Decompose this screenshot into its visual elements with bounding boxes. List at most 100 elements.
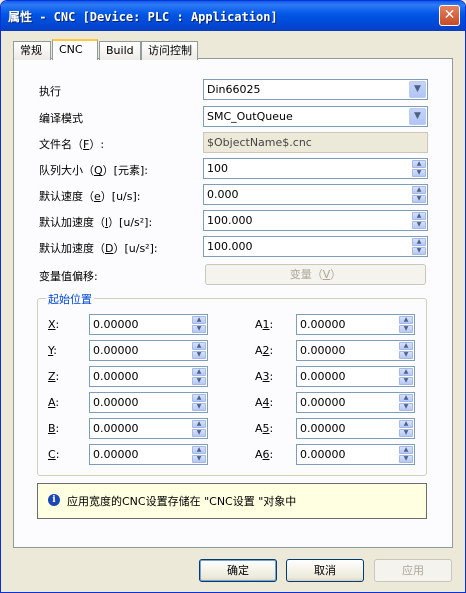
coord-label-right: A5:	[255, 422, 274, 435]
coord-label-left: C:	[48, 448, 60, 461]
spin-buttons[interactable]: ▲ ▼	[192, 316, 206, 333]
coord-left-value: 0.00000	[93, 448, 139, 461]
default-speed-stepper[interactable]: 0.000 ▲ ▼	[203, 184, 428, 205]
coord-right-stepper[interactable]: 0.00000 ▲ ▼	[296, 418, 415, 439]
spin-down-icon[interactable]: ▼	[192, 429, 206, 437]
coord-left-stepper[interactable]: 0.00000 ▲ ▼	[89, 444, 208, 465]
spin-up-icon[interactable]: ▲	[412, 160, 426, 168]
spin-down-icon[interactable]: ▼	[412, 247, 426, 255]
coord-label-left: B:	[48, 422, 60, 435]
compile-mode-combo[interactable]: SMC_OutQueue ▼	[203, 106, 428, 127]
spin-up-icon[interactable]: ▲	[399, 368, 413, 376]
coord-right-stepper[interactable]: 0.00000 ▲ ▼	[296, 392, 415, 413]
spin-up-icon[interactable]: ▲	[192, 368, 206, 376]
spin-up-icon[interactable]: ▲	[412, 212, 426, 220]
spin-up-icon[interactable]: ▲	[192, 342, 206, 350]
coord-right-stepper[interactable]: 0.00000 ▲ ▼	[296, 444, 415, 465]
tab-access-control[interactable]: 访问控制	[141, 41, 198, 60]
spin-down-icon[interactable]: ▼	[412, 195, 426, 203]
apply-button[interactable]: 应用	[374, 559, 452, 582]
spin-buttons[interactable]: ▲ ▼	[192, 446, 206, 463]
spin-up-icon[interactable]: ▲	[399, 394, 413, 402]
title-bar[interactable]: 属性 - CNC [Device: PLC : Application] ✕	[1, 1, 465, 31]
coord-right-stepper[interactable]: 0.00000 ▲ ▼	[296, 314, 415, 335]
coord-label-right: A3:	[255, 370, 274, 383]
spin-buttons[interactable]: ▲ ▼	[399, 446, 413, 463]
execute-combo[interactable]: Din66025 ▼	[203, 79, 428, 100]
spin-down-icon[interactable]: ▼	[399, 403, 413, 411]
spin-down-icon[interactable]: ▼	[192, 351, 206, 359]
tab-build[interactable]: Build	[99, 41, 141, 60]
spin-down-icon[interactable]: ▼	[192, 377, 206, 385]
default-accel-value: 100.000	[207, 214, 253, 227]
spin-down-icon[interactable]: ▼	[399, 429, 413, 437]
info-box: i 应用宽度的CNC设置存储在 "CNC设置 "对象中	[37, 483, 427, 519]
spin-buttons[interactable]: ▲ ▼	[399, 368, 413, 385]
spin-down-icon[interactable]: ▼	[412, 169, 426, 177]
coord-right-value: 0.00000	[300, 318, 346, 331]
spin-buttons[interactable]: ▲ ▼	[399, 394, 413, 411]
spin-down-icon[interactable]: ▼	[399, 455, 413, 463]
coord-left-stepper[interactable]: 0.00000 ▲ ▼	[89, 314, 208, 335]
spin-buttons[interactable]: ▲ ▼	[192, 368, 206, 385]
default-decel-label: 默认加速度（D）[u/s²]:	[39, 242, 158, 255]
spin-up-icon[interactable]: ▲	[192, 420, 206, 428]
compile-mode-value: SMC_OutQueue	[207, 110, 293, 123]
tab-cnc[interactable]: CNC	[52, 39, 98, 60]
coord-label-right: A2:	[255, 344, 274, 357]
spin-down-icon[interactable]: ▼	[399, 325, 413, 333]
spin-buttons[interactable]: ▲ ▼	[399, 316, 413, 333]
spin-buttons[interactable]: ▲ ▼	[399, 420, 413, 437]
spin-up-icon[interactable]: ▲	[399, 420, 413, 428]
queue-size-stepper[interactable]: 100 ▲ ▼	[203, 158, 428, 179]
spin-down-icon[interactable]: ▼	[192, 325, 206, 333]
coord-left-stepper[interactable]: 0.00000 ▲ ▼	[89, 392, 208, 413]
spin-up-icon[interactable]: ▲	[399, 446, 413, 454]
spin-buttons[interactable]: ▲ ▼	[412, 160, 426, 177]
spin-buttons[interactable]: ▲ ▼	[412, 238, 426, 255]
spin-buttons[interactable]: ▲ ▼	[412, 212, 426, 229]
tab-general[interactable]: 常规	[13, 41, 51, 60]
spin-up-icon[interactable]: ▲	[399, 316, 413, 324]
coord-right-stepper[interactable]: 0.00000 ▲ ▼	[296, 366, 415, 387]
spin-down-icon[interactable]: ▼	[192, 455, 206, 463]
coord-right-value: 0.00000	[300, 370, 346, 383]
coord-label-right: A1:	[255, 318, 274, 331]
coord-left-stepper[interactable]: 0.00000 ▲ ▼	[89, 418, 208, 439]
coord-left-value: 0.00000	[93, 370, 139, 383]
coord-right-value: 0.00000	[300, 396, 346, 409]
cancel-button[interactable]: 取消	[286, 559, 364, 582]
coord-right-stepper[interactable]: 0.00000 ▲ ▼	[296, 340, 415, 361]
spin-up-icon[interactable]: ▲	[412, 238, 426, 246]
spin-down-icon[interactable]: ▼	[412, 221, 426, 229]
coord-label-right: A6:	[255, 448, 274, 461]
coord-right-value: 0.00000	[300, 448, 346, 461]
default-decel-stepper[interactable]: 100.000 ▲ ▼	[203, 236, 428, 257]
spin-up-icon[interactable]: ▲	[192, 394, 206, 402]
spin-down-icon[interactable]: ▼	[399, 351, 413, 359]
spin-up-icon[interactable]: ▲	[412, 186, 426, 194]
default-accel-stepper[interactable]: 100.000 ▲ ▼	[203, 210, 428, 231]
close-button[interactable]: ✕	[439, 5, 460, 26]
filename-value: $ObjectName$.cnc	[207, 136, 312, 149]
spin-buttons[interactable]: ▲ ▼	[192, 394, 206, 411]
ok-button[interactable]: 确定	[199, 559, 277, 582]
coord-left-stepper[interactable]: 0.00000 ▲ ▼	[89, 366, 208, 387]
spin-down-icon[interactable]: ▼	[192, 403, 206, 411]
spin-down-icon[interactable]: ▼	[399, 377, 413, 385]
variable-button[interactable]: 变量（V）	[205, 264, 426, 285]
spin-buttons[interactable]: ▲ ▼	[399, 342, 413, 359]
coord-left-value: 0.00000	[93, 318, 139, 331]
coord-left-value: 0.00000	[93, 422, 139, 435]
chevron-down-icon[interactable]: ▼	[409, 108, 426, 125]
spin-up-icon[interactable]: ▲	[192, 446, 206, 454]
coord-left-stepper[interactable]: 0.00000 ▲ ▼	[89, 340, 208, 361]
spin-buttons[interactable]: ▲ ▼	[192, 342, 206, 359]
spin-up-icon[interactable]: ▲	[399, 342, 413, 350]
chevron-down-icon[interactable]: ▼	[409, 81, 426, 98]
spin-up-icon[interactable]: ▲	[192, 316, 206, 324]
spin-buttons[interactable]: ▲ ▼	[412, 186, 426, 203]
default-decel-value: 100.000	[207, 240, 253, 253]
coord-label-right: A4:	[255, 396, 274, 409]
spin-buttons[interactable]: ▲ ▼	[192, 420, 206, 437]
